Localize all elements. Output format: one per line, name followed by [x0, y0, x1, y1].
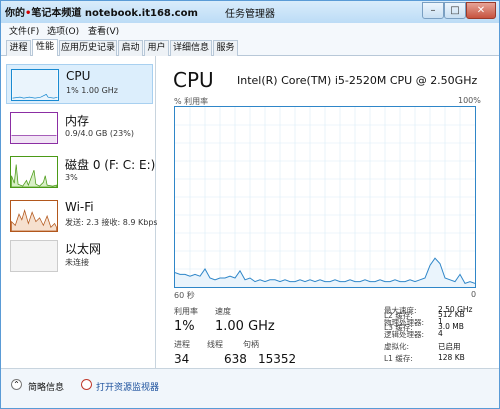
tab-services[interactable]: 服务	[213, 40, 238, 56]
menu-bar: 文件(F) 选项(O) 查看(V)	[1, 23, 499, 38]
sidebar-item-sub: 3%	[65, 173, 78, 182]
tab-performance[interactable]: 性能	[32, 39, 58, 56]
menu-view[interactable]: 查看(V)	[88, 24, 119, 37]
threads-value: 638	[224, 352, 247, 366]
resource-monitor-icon	[81, 379, 92, 390]
processes-value: 34	[174, 352, 190, 366]
sidebar-item-title: Wi-Fi	[65, 200, 94, 214]
sidebar-item-title: 以太网	[65, 242, 102, 256]
spec-label: L1 缓存:	[384, 354, 413, 363]
sidebar-item-wifi[interactable]: Wi-Fi 发送: 2.3 接收: 8.9 Kbps	[6, 196, 158, 236]
spec-label: 虚拟化:	[384, 342, 410, 351]
utilization-value: 1%	[174, 319, 195, 334]
x-axis-min: 0	[471, 290, 477, 299]
wifi-thumbnail	[10, 200, 58, 232]
fewer-details-link[interactable]: 简略信息	[28, 380, 64, 393]
sidebar-item-disk[interactable]: 磁盘 0 (F: C: E:) 3%	[6, 152, 156, 192]
cpu-usage-graph	[174, 106, 476, 288]
minimize-button[interactable]: –	[422, 2, 444, 19]
memory-thumbnail	[10, 112, 58, 144]
sidebar-item-title: 磁盘 0 (F: C: E:)	[65, 158, 156, 172]
title-bar[interactable]: 你的•笔记本频道 notebook.it168.com 任务管理器 – □ ✕	[1, 1, 499, 23]
spec-label: L2 缓存:	[384, 311, 413, 320]
task-manager-window: 你的•笔记本频道 notebook.it168.com 任务管理器 – □ ✕ …	[0, 0, 500, 409]
y-axis-max: 100%	[458, 96, 481, 105]
page-title: CPU	[173, 68, 214, 92]
sidebar-item-sub: 发送: 2.3 接收: 8.9 Kbps	[65, 218, 158, 227]
x-axis-label: 60 秒	[174, 291, 195, 300]
close-button[interactable]: ✕	[466, 2, 496, 19]
handles-value: 15352	[258, 352, 297, 366]
tab-users[interactable]: 用户	[144, 40, 169, 56]
sidebar-item-cpu[interactable]: CPU 1% 1.00 GHz	[6, 64, 153, 104]
sidebar-item-title: CPU	[66, 69, 91, 83]
tab-bar: 进程 性能 应用历史记录 启动 用户 详细信息 服务	[1, 38, 499, 56]
sidebar-item-sub: 1% 1.00 GHz	[66, 86, 119, 95]
menu-file[interactable]: 文件(F)	[9, 24, 39, 37]
spec-value: 3.0 MB	[438, 322, 464, 331]
footer-bar: ⌃ 简略信息 打开资源监视器	[1, 368, 499, 408]
processes-label: 进程	[174, 340, 190, 349]
maximize-button[interactable]: □	[444, 2, 466, 19]
sidebar-item-sub: 未连接	[65, 258, 89, 267]
tab-processes[interactable]: 进程	[6, 40, 31, 56]
tab-app-history[interactable]: 应用历史记录	[59, 40, 117, 56]
spec-label: L3 缓存:	[384, 323, 413, 332]
open-resource-monitor-link[interactable]: 打开资源监视器	[96, 380, 159, 393]
speed-label: 速度	[215, 307, 231, 316]
chevron-up-icon[interactable]: ⌃	[11, 379, 22, 390]
speed-value: 1.00 GHz	[215, 319, 275, 334]
spec-value: 512 KB	[438, 310, 465, 319]
spec-value: 128 KB	[438, 353, 465, 362]
menu-options[interactable]: 选项(O)	[47, 24, 79, 37]
threads-label: 线程	[207, 340, 223, 349]
spec-value: 已启用	[438, 342, 461, 351]
sidebar-item-sub: 0.9/4.0 GB (23%)	[65, 129, 134, 138]
tab-details[interactable]: 详细信息	[170, 40, 212, 56]
sidebar-item-ethernet[interactable]: 以太网 未连接	[6, 236, 153, 276]
ethernet-thumbnail	[10, 240, 58, 272]
cpu-model: Intel(R) Core(TM) i5-2520M CPU @ 2.50GHz	[237, 74, 478, 87]
handles-label: 句柄	[243, 340, 259, 349]
sidebar-item-title: 内存	[65, 114, 90, 128]
tab-startup[interactable]: 启动	[118, 40, 143, 56]
sidebar-item-memory[interactable]: 内存 0.9/4.0 GB (23%)	[6, 108, 153, 148]
resource-sidebar: CPU 1% 1.00 GHz 内存 0.9/4.0 GB (23%) 磁盘 0…	[1, 56, 158, 368]
disk-thumbnail	[10, 156, 58, 188]
utilization-label: 利用率	[174, 307, 198, 316]
cpu-thumbnail	[11, 69, 59, 101]
